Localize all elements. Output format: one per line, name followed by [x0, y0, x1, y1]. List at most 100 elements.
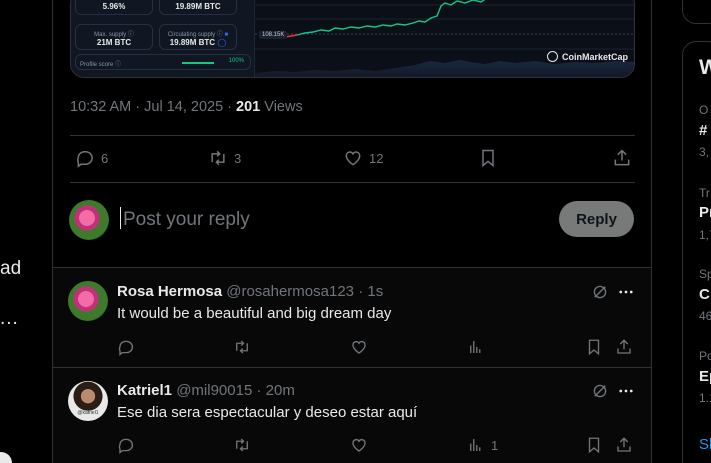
trend-meta: O	[699, 103, 709, 117]
like-action[interactable]	[350, 436, 368, 454]
bookmark-action[interactable]	[585, 436, 603, 454]
reply-placeholder: Post your reply	[123, 209, 250, 230]
reply-avatar[interactable]: @katriel1	[68, 381, 108, 421]
author-name[interactable]: Katriel1	[117, 382, 172, 399]
views-count: 1	[491, 437, 499, 453]
share-icon	[617, 437, 631, 452]
repost-action[interactable]	[233, 436, 251, 454]
reply-action[interactable]	[117, 436, 135, 454]
trend-meta: Tr	[699, 186, 710, 200]
left-nav-fragment: ad	[0, 258, 22, 279]
repost-count: 3	[234, 150, 242, 166]
price-chart-svg	[255, 0, 634, 77]
share-action[interactable]	[615, 338, 633, 356]
reply-time[interactable]: · 20m	[256, 382, 294, 399]
trend-count: 1.1	[699, 391, 711, 405]
repost-action[interactable]	[233, 338, 251, 356]
reply-icon	[77, 151, 93, 168]
reply-time[interactable]: · 1s	[358, 283, 383, 300]
account-avatar-fragment[interactable]	[0, 452, 12, 463]
trend-count: 1,7	[699, 228, 711, 242]
reply-post[interactable]: @katriel1 Katriel1 @mil90015 · 20m Ese d…	[53, 367, 651, 463]
left-nav-more-fragment[interactable]: ...	[0, 308, 19, 330]
trends-title: W	[699, 56, 711, 80]
max-supply-box: Max. supply ⓘ 21M BTC	[75, 24, 153, 50]
circulating-supply-label: Circulating supply ⓘ ■	[167, 32, 229, 38]
reply-text: It would be a beautiful and big dream da…	[117, 305, 392, 322]
divider	[70, 182, 635, 183]
trend-title[interactable]: Pr	[699, 204, 711, 221]
like-action[interactable]: 12	[343, 148, 383, 168]
share-icon	[617, 339, 631, 354]
analytics-icon	[470, 439, 481, 451]
reply-action[interactable]: 6	[75, 148, 108, 168]
more-options-icon[interactable]	[617, 382, 635, 400]
heart-icon	[352, 341, 366, 354]
supply-stats-panel: 5.96% 19.89M BTC Max. supply ⓘ 21M BTC C…	[71, 0, 255, 77]
heart-icon	[345, 151, 361, 166]
more-options-icon[interactable]	[617, 283, 635, 301]
bookmark-icon	[588, 339, 600, 356]
trend-meta: Sp	[699, 267, 711, 281]
reply-count: 6	[101, 150, 109, 166]
trend-title[interactable]: #	[699, 122, 707, 139]
coinmarketcap-wordmark: CoinMarketCap	[561, 51, 628, 62]
author-handle[interactable]: @mil90015	[176, 382, 252, 399]
price-chart: 108.15K CoinMarketCap	[255, 0, 634, 77]
reply-action-bar	[117, 338, 637, 358]
reply-author[interactable]: Katriel1 @mil90015 · 20m	[117, 382, 295, 399]
reply-author[interactable]: Rosa Hermosa @rosahermosa123 · 1s	[117, 283, 383, 300]
reply-input[interactable]: Post your reply	[120, 207, 250, 231]
profile-score-label: Profile score	[80, 62, 114, 68]
max-supply-label: Max. supply ⓘ	[94, 32, 134, 38]
heart-icon	[352, 439, 366, 452]
reply-action[interactable]	[117, 338, 135, 356]
show-more-link[interactable]: Sh	[699, 436, 711, 453]
trends-panel: W O # 3, Tr Pr 1,7 Sp C 46 Po Ep 1.1 Sh	[682, 41, 711, 463]
trend-title[interactable]: Ep	[699, 368, 711, 385]
stat-value: 5.96%	[102, 2, 126, 11]
coinmarketcap-icon	[546, 51, 558, 62]
repost-icon	[211, 150, 225, 166]
author-handle[interactable]: @rosahermosa123	[226, 283, 354, 300]
max-supply-value: 21M BTC	[96, 38, 132, 47]
post-timestamp[interactable]: 10:32 AM · Jul 14, 2025 ·	[70, 99, 236, 115]
text-caret	[120, 207, 121, 229]
views-action[interactable]: 1	[467, 436, 498, 454]
reply-text: Ese dia sera espectacular y deseo estar …	[117, 404, 418, 421]
reply-icon	[118, 438, 134, 454]
bookmark-icon	[482, 149, 494, 168]
reply-icon	[118, 340, 134, 356]
reply-avatar[interactable]	[68, 281, 108, 321]
analytics-icon	[470, 341, 481, 353]
price-tag: 108.15K	[259, 31, 288, 39]
author-name[interactable]: Rosa Hermosa	[117, 283, 222, 300]
circulating-supply-box: Circulating supply ⓘ ■ 19.89M BTC ◯	[159, 24, 237, 50]
reply-action-bar: 1	[117, 436, 637, 456]
repost-icon	[236, 340, 248, 354]
post-action-bar: 6 3 12	[70, 136, 635, 182]
like-action[interactable]	[350, 338, 368, 356]
circulating-supply-value: 19.89M BTC ◯	[169, 38, 227, 47]
views-action[interactable]	[467, 338, 491, 356]
share-action[interactable]	[615, 436, 633, 454]
grok-icon[interactable]	[591, 283, 609, 301]
bookmark-action[interactable]	[478, 148, 498, 168]
trend-count: 46	[699, 309, 711, 323]
share-icon	[614, 149, 630, 166]
bookmark-action[interactable]	[585, 338, 603, 356]
trend-count: 3,	[699, 145, 710, 159]
main-column: 5.96% 19.89M BTC Max. supply ⓘ 21M BTC C…	[52, 0, 652, 463]
search-box-fragment[interactable]	[682, 0, 711, 24]
trend-title[interactable]: C	[699, 286, 710, 303]
share-action[interactable]	[612, 148, 632, 168]
like-count: 12	[369, 150, 384, 166]
grok-icon[interactable]	[591, 382, 609, 400]
composer-avatar[interactable]	[69, 200, 109, 240]
profile-score-value: 100%	[228, 58, 244, 64]
repost-action[interactable]: 3	[208, 148, 241, 168]
reply-post[interactable]: Rosa Hermosa @rosahermosa123 · 1s It wou…	[53, 267, 651, 367]
reply-button[interactable]: Reply	[559, 201, 634, 237]
views-count: 201	[236, 99, 261, 115]
post-image[interactable]: 5.96% 19.89M BTC Max. supply ⓘ 21M BTC C…	[70, 0, 635, 78]
